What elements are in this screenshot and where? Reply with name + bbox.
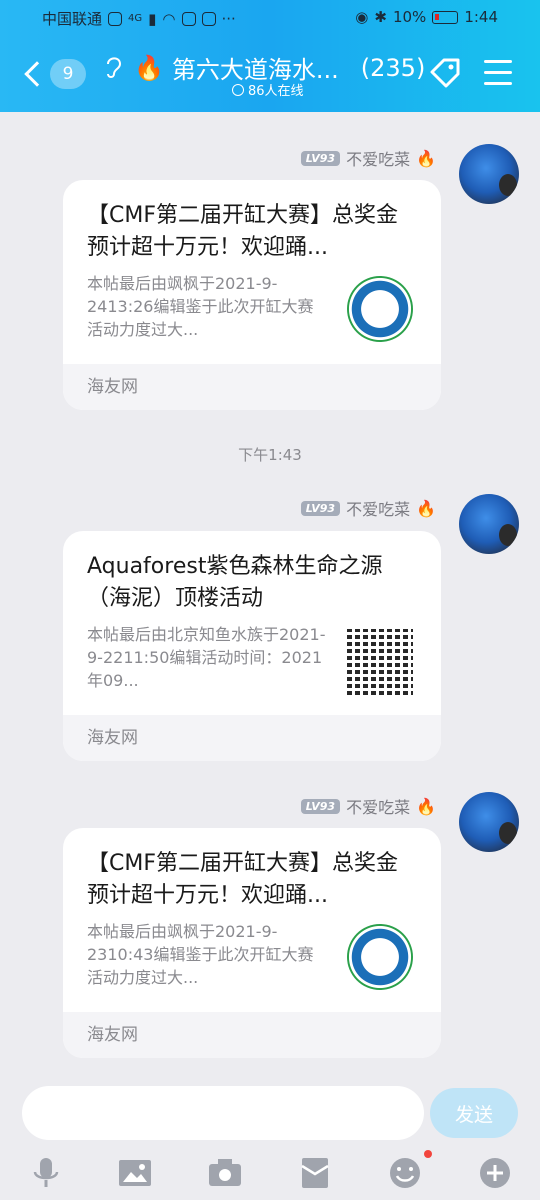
app-notification-icon xyxy=(201,11,216,26)
hd-icon xyxy=(108,11,123,26)
card-title: Aquaforest紫色森林生命之源（海泥）顶楼活动 xyxy=(87,554,383,611)
online-count: 86人在线 xyxy=(248,84,304,99)
card-title: 【CMF第二届开缸大赛】总奖金预计超十万元！欢迎踊... xyxy=(87,203,398,260)
image-icon[interactable] xyxy=(117,1156,153,1190)
carrier-label: 中国联通 xyxy=(42,10,103,28)
send-button[interactable]: 发送 xyxy=(430,1088,518,1138)
sender-info: LV93 不爱吃菜 🔥 xyxy=(300,794,436,818)
online-status: 86人在线 xyxy=(232,80,304,99)
fire-icon: 🔥 xyxy=(134,53,164,82)
card-source: 海友网 xyxy=(63,715,441,761)
avatar[interactable] xyxy=(459,792,519,852)
app-notification-icon xyxy=(181,11,196,26)
avatar[interactable] xyxy=(459,494,519,554)
menu-icon[interactable] xyxy=(484,60,512,86)
link-card[interactable]: 【CMF第二届开缸大赛】总奖金预计超十万元！欢迎踊... 本帖最后由飒枫于202… xyxy=(63,180,441,410)
qr-code-thumbnail xyxy=(347,629,413,695)
card-source: 海友网 xyxy=(63,1012,441,1058)
status-bar: 中国联通 4G ▮ ◠ ··· ◉ ✱ 10% 1:44 xyxy=(0,0,540,36)
wifi-icon: ◠ xyxy=(162,9,176,28)
timestamp: 下午1:43 xyxy=(238,446,302,464)
fire-icon: 🔥 xyxy=(416,498,436,518)
network-label: 4G xyxy=(128,13,143,24)
card-title: 【CMF第二届开缸大赛】总奖金预计超十万元！欢迎踊... xyxy=(87,851,398,908)
notification-dot xyxy=(424,1150,432,1158)
message-input[interactable] xyxy=(22,1086,424,1140)
avatar[interactable] xyxy=(459,144,519,204)
ear-icon[interactable] xyxy=(102,52,124,80)
microphone-icon[interactable] xyxy=(28,1156,64,1190)
level-badge: LV93 xyxy=(300,798,341,814)
sender-info: LV93 不爱吃菜 🔥 xyxy=(300,496,436,520)
card-description: 本帖最后由北京知鱼水族于2021-9-2211:50编辑活动时间：2021年09… xyxy=(87,625,326,690)
tag-icon[interactable] xyxy=(428,56,464,90)
battery-icon xyxy=(432,10,459,24)
more-notifications-icon: ··· xyxy=(221,9,236,28)
red-packet-icon[interactable] xyxy=(297,1156,333,1190)
level-badge: LV93 xyxy=(300,150,341,166)
chat-header: 中国联通 4G ▮ ◠ ··· ◉ ✱ 10% 1:44 9 🔥 第六大道海水.… xyxy=(0,0,540,112)
card-description: 本帖最后由飒枫于2021-9-2310:43编辑鉴于此次开缸大赛活动力度过大..… xyxy=(87,922,314,987)
fire-icon: 🔥 xyxy=(416,796,436,816)
status-left: 中国联通 4G ▮ ◠ ··· xyxy=(42,8,236,29)
camera-icon[interactable] xyxy=(207,1156,243,1190)
signal-icon: ▮ xyxy=(148,9,157,28)
clock: 1:44 xyxy=(464,8,498,26)
sender-name[interactable]: 不爱吃菜 xyxy=(346,146,410,170)
eye-icon: ◉ xyxy=(355,8,369,26)
unread-count-badge: 9 xyxy=(50,59,86,89)
chevron-left-icon xyxy=(24,61,50,87)
sender-name[interactable]: 不爱吃菜 xyxy=(346,794,410,818)
check-circle-icon xyxy=(232,83,244,96)
sender-name[interactable]: 不爱吃菜 xyxy=(346,496,410,520)
back-button[interactable]: 9 xyxy=(22,56,92,92)
battery-percent: 10% xyxy=(392,8,427,26)
link-card[interactable]: 【CMF第二届开缸大赛】总奖金预计超十万元！欢迎踊... 本帖最后由飒枫于202… xyxy=(63,828,441,1058)
fire-icon: 🔥 xyxy=(416,148,436,168)
input-toolbar xyxy=(0,1148,540,1200)
status-right: ◉ ✱ 10% 1:44 xyxy=(355,8,498,26)
forum-logo-thumbnail xyxy=(347,924,413,990)
emoji-icon[interactable] xyxy=(387,1156,423,1190)
card-description: 本帖最后由飒枫于2021-9-2413:26编辑鉴于此次开缸大赛活动力度过大..… xyxy=(87,274,314,339)
sender-info: LV93 不爱吃菜 🔥 xyxy=(300,146,436,170)
member-count: (235) xyxy=(360,53,426,82)
plus-icon[interactable] xyxy=(477,1156,513,1190)
card-source: 海友网 xyxy=(63,364,441,410)
forum-logo-thumbnail xyxy=(347,276,413,342)
link-card[interactable]: Aquaforest紫色森林生命之源（海泥）顶楼活动 本帖最后由北京知鱼水族于2… xyxy=(63,531,441,761)
level-badge: LV93 xyxy=(300,500,341,516)
bluetooth-icon: ✱ xyxy=(374,8,387,26)
